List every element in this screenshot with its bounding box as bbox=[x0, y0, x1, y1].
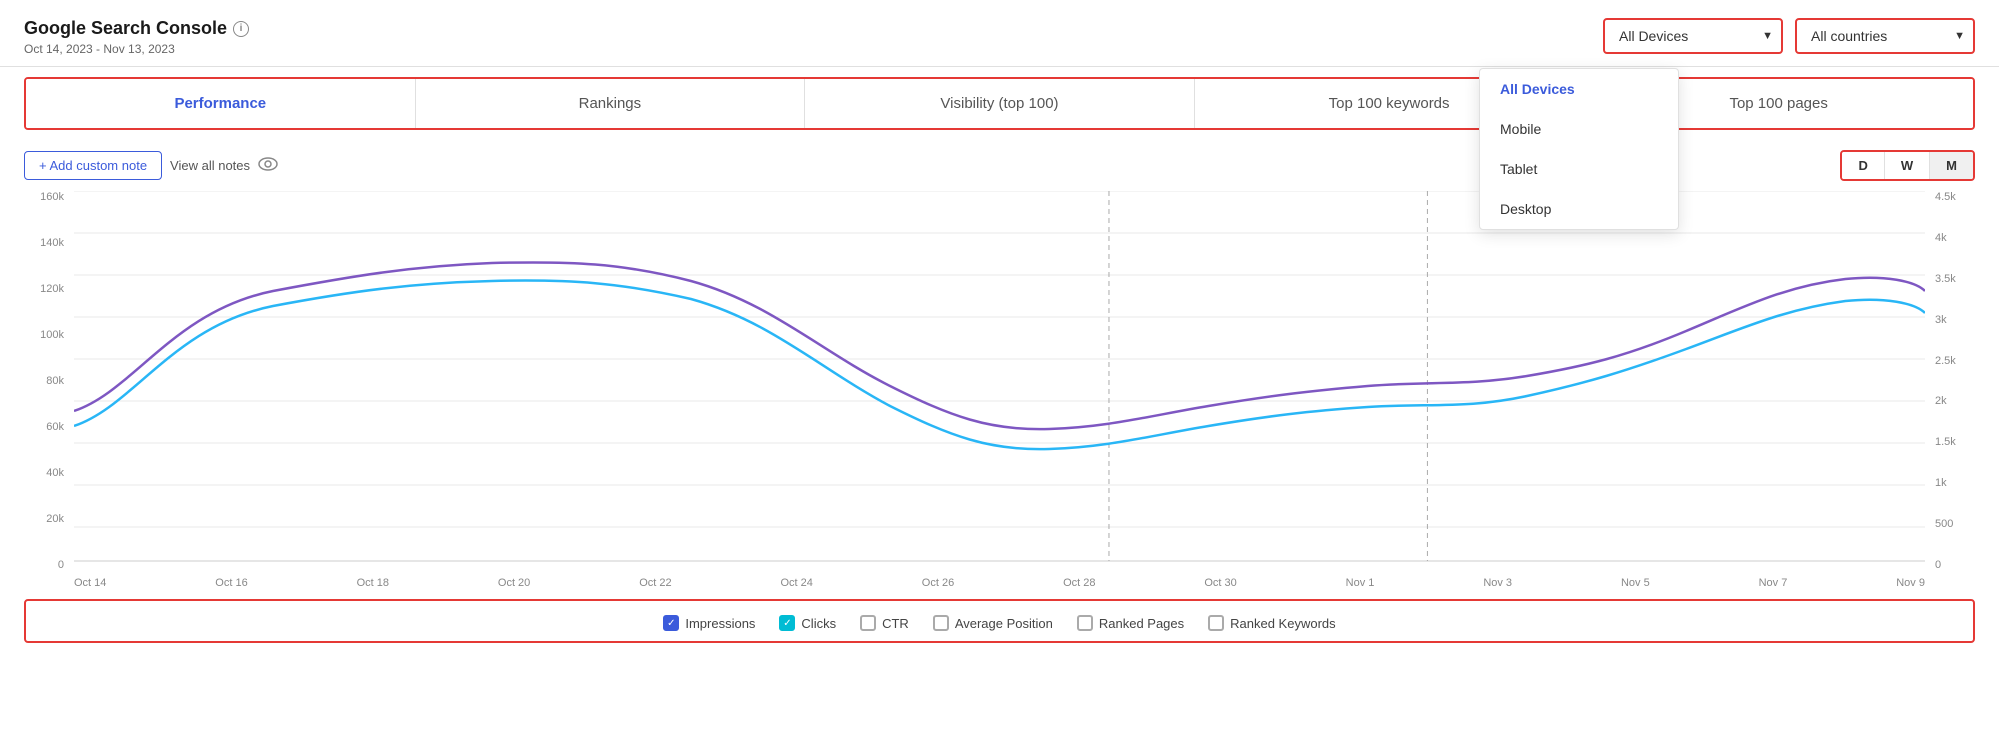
legend: Impressions Clicks CTR Average Position … bbox=[24, 599, 1975, 643]
legend-ranked-pages[interactable]: Ranked Pages bbox=[1077, 615, 1184, 631]
device-dropdown-wrapper: All Devices Mobile Tablet Desktop ▼ bbox=[1603, 18, 1783, 54]
avg-position-checkbox[interactable] bbox=[933, 615, 949, 631]
eye-icon[interactable] bbox=[258, 157, 278, 174]
header-left: Google Search Console i Oct 14, 2023 - N… bbox=[24, 18, 249, 56]
ranked-pages-label: Ranked Pages bbox=[1099, 616, 1184, 631]
time-btn-w[interactable]: W bbox=[1885, 152, 1930, 179]
svg-text:G: G bbox=[1422, 569, 1432, 571]
toolbar-left: + Add custom note View all notes bbox=[24, 151, 278, 180]
add-custom-note-button[interactable]: + Add custom note bbox=[24, 151, 162, 180]
main-container: Google Search Console i Oct 14, 2023 - N… bbox=[0, 0, 1999, 737]
chart-svg-container: G G bbox=[74, 191, 1925, 571]
country-dropdown-wrapper: All countries ▼ bbox=[1795, 18, 1975, 54]
x-axis: Oct 14 Oct 16 Oct 18 Oct 20 Oct 22 Oct 2… bbox=[24, 571, 1975, 589]
legend-clicks[interactable]: Clicks bbox=[779, 615, 836, 631]
time-btn-d[interactable]: D bbox=[1842, 152, 1884, 179]
tab-rankings[interactable]: Rankings bbox=[416, 79, 806, 128]
device-dropdown-overlay: All Devices Mobile Tablet Desktop bbox=[1479, 68, 1679, 230]
tabs-bar: Performance Rankings Visibility (top 100… bbox=[24, 77, 1975, 130]
ranked-keywords-label: Ranked Keywords bbox=[1230, 616, 1336, 631]
ctr-checkbox[interactable] bbox=[860, 615, 876, 631]
time-period-buttons: D W M bbox=[1840, 150, 1975, 181]
app-title: Google Search Console i bbox=[24, 18, 249, 39]
legend-impressions[interactable]: Impressions bbox=[663, 615, 755, 631]
clicks-label: Clicks bbox=[801, 616, 836, 631]
device-option-desktop[interactable]: Desktop bbox=[1480, 189, 1678, 229]
toolbar-right: D W M bbox=[1840, 150, 1975, 181]
chart-svg: G G bbox=[74, 191, 1925, 571]
tab-visibility[interactable]: Visibility (top 100) bbox=[805, 79, 1195, 128]
impressions-checkbox[interactable] bbox=[663, 615, 679, 631]
device-option-mobile[interactable]: Mobile bbox=[1480, 109, 1678, 149]
impressions-label: Impressions bbox=[685, 616, 755, 631]
header-right: All Devices Mobile Tablet Desktop ▼ All … bbox=[1603, 18, 1975, 54]
clicks-checkbox[interactable] bbox=[779, 615, 795, 631]
header: Google Search Console i Oct 14, 2023 - N… bbox=[0, 0, 1999, 67]
avg-position-label: Average Position bbox=[955, 616, 1053, 631]
info-icon[interactable]: i bbox=[233, 21, 249, 37]
view-all-notes-button[interactable]: View all notes bbox=[170, 158, 250, 173]
device-option-all[interactable]: All Devices bbox=[1480, 69, 1678, 109]
ranked-keywords-checkbox[interactable] bbox=[1208, 615, 1224, 631]
app-title-text: Google Search Console bbox=[24, 18, 227, 39]
chart-wrapper: 160k 140k 120k 100k 80k 60k 40k 20k 0 4.… bbox=[24, 191, 1975, 571]
legend-ranked-keywords[interactable]: Ranked Keywords bbox=[1208, 615, 1336, 631]
device-dropdown[interactable]: All Devices Mobile Tablet Desktop bbox=[1603, 18, 1783, 54]
date-range: Oct 14, 2023 - Nov 13, 2023 bbox=[24, 42, 249, 56]
device-option-tablet[interactable]: Tablet bbox=[1480, 149, 1678, 189]
ranked-pages-checkbox[interactable] bbox=[1077, 615, 1093, 631]
time-btn-m[interactable]: M bbox=[1930, 152, 1973, 179]
country-dropdown[interactable]: All countries bbox=[1795, 18, 1975, 54]
tab-performance[interactable]: Performance bbox=[26, 79, 416, 128]
y-axis-left: 160k 140k 120k 100k 80k 60k 40k 20k 0 bbox=[24, 191, 64, 571]
chart-area: 160k 140k 120k 100k 80k 60k 40k 20k 0 4.… bbox=[0, 191, 1999, 589]
toolbar: + Add custom note View all notes D W M bbox=[0, 140, 1999, 191]
ctr-label: CTR bbox=[882, 616, 909, 631]
legend-ctr[interactable]: CTR bbox=[860, 615, 909, 631]
y-axis-right: 4.5k 4k 3.5k 3k 2.5k 2k 1.5k 1k 500 0 bbox=[1935, 191, 1975, 571]
legend-avg-position[interactable]: Average Position bbox=[933, 615, 1053, 631]
svg-text:G: G bbox=[1104, 569, 1114, 571]
